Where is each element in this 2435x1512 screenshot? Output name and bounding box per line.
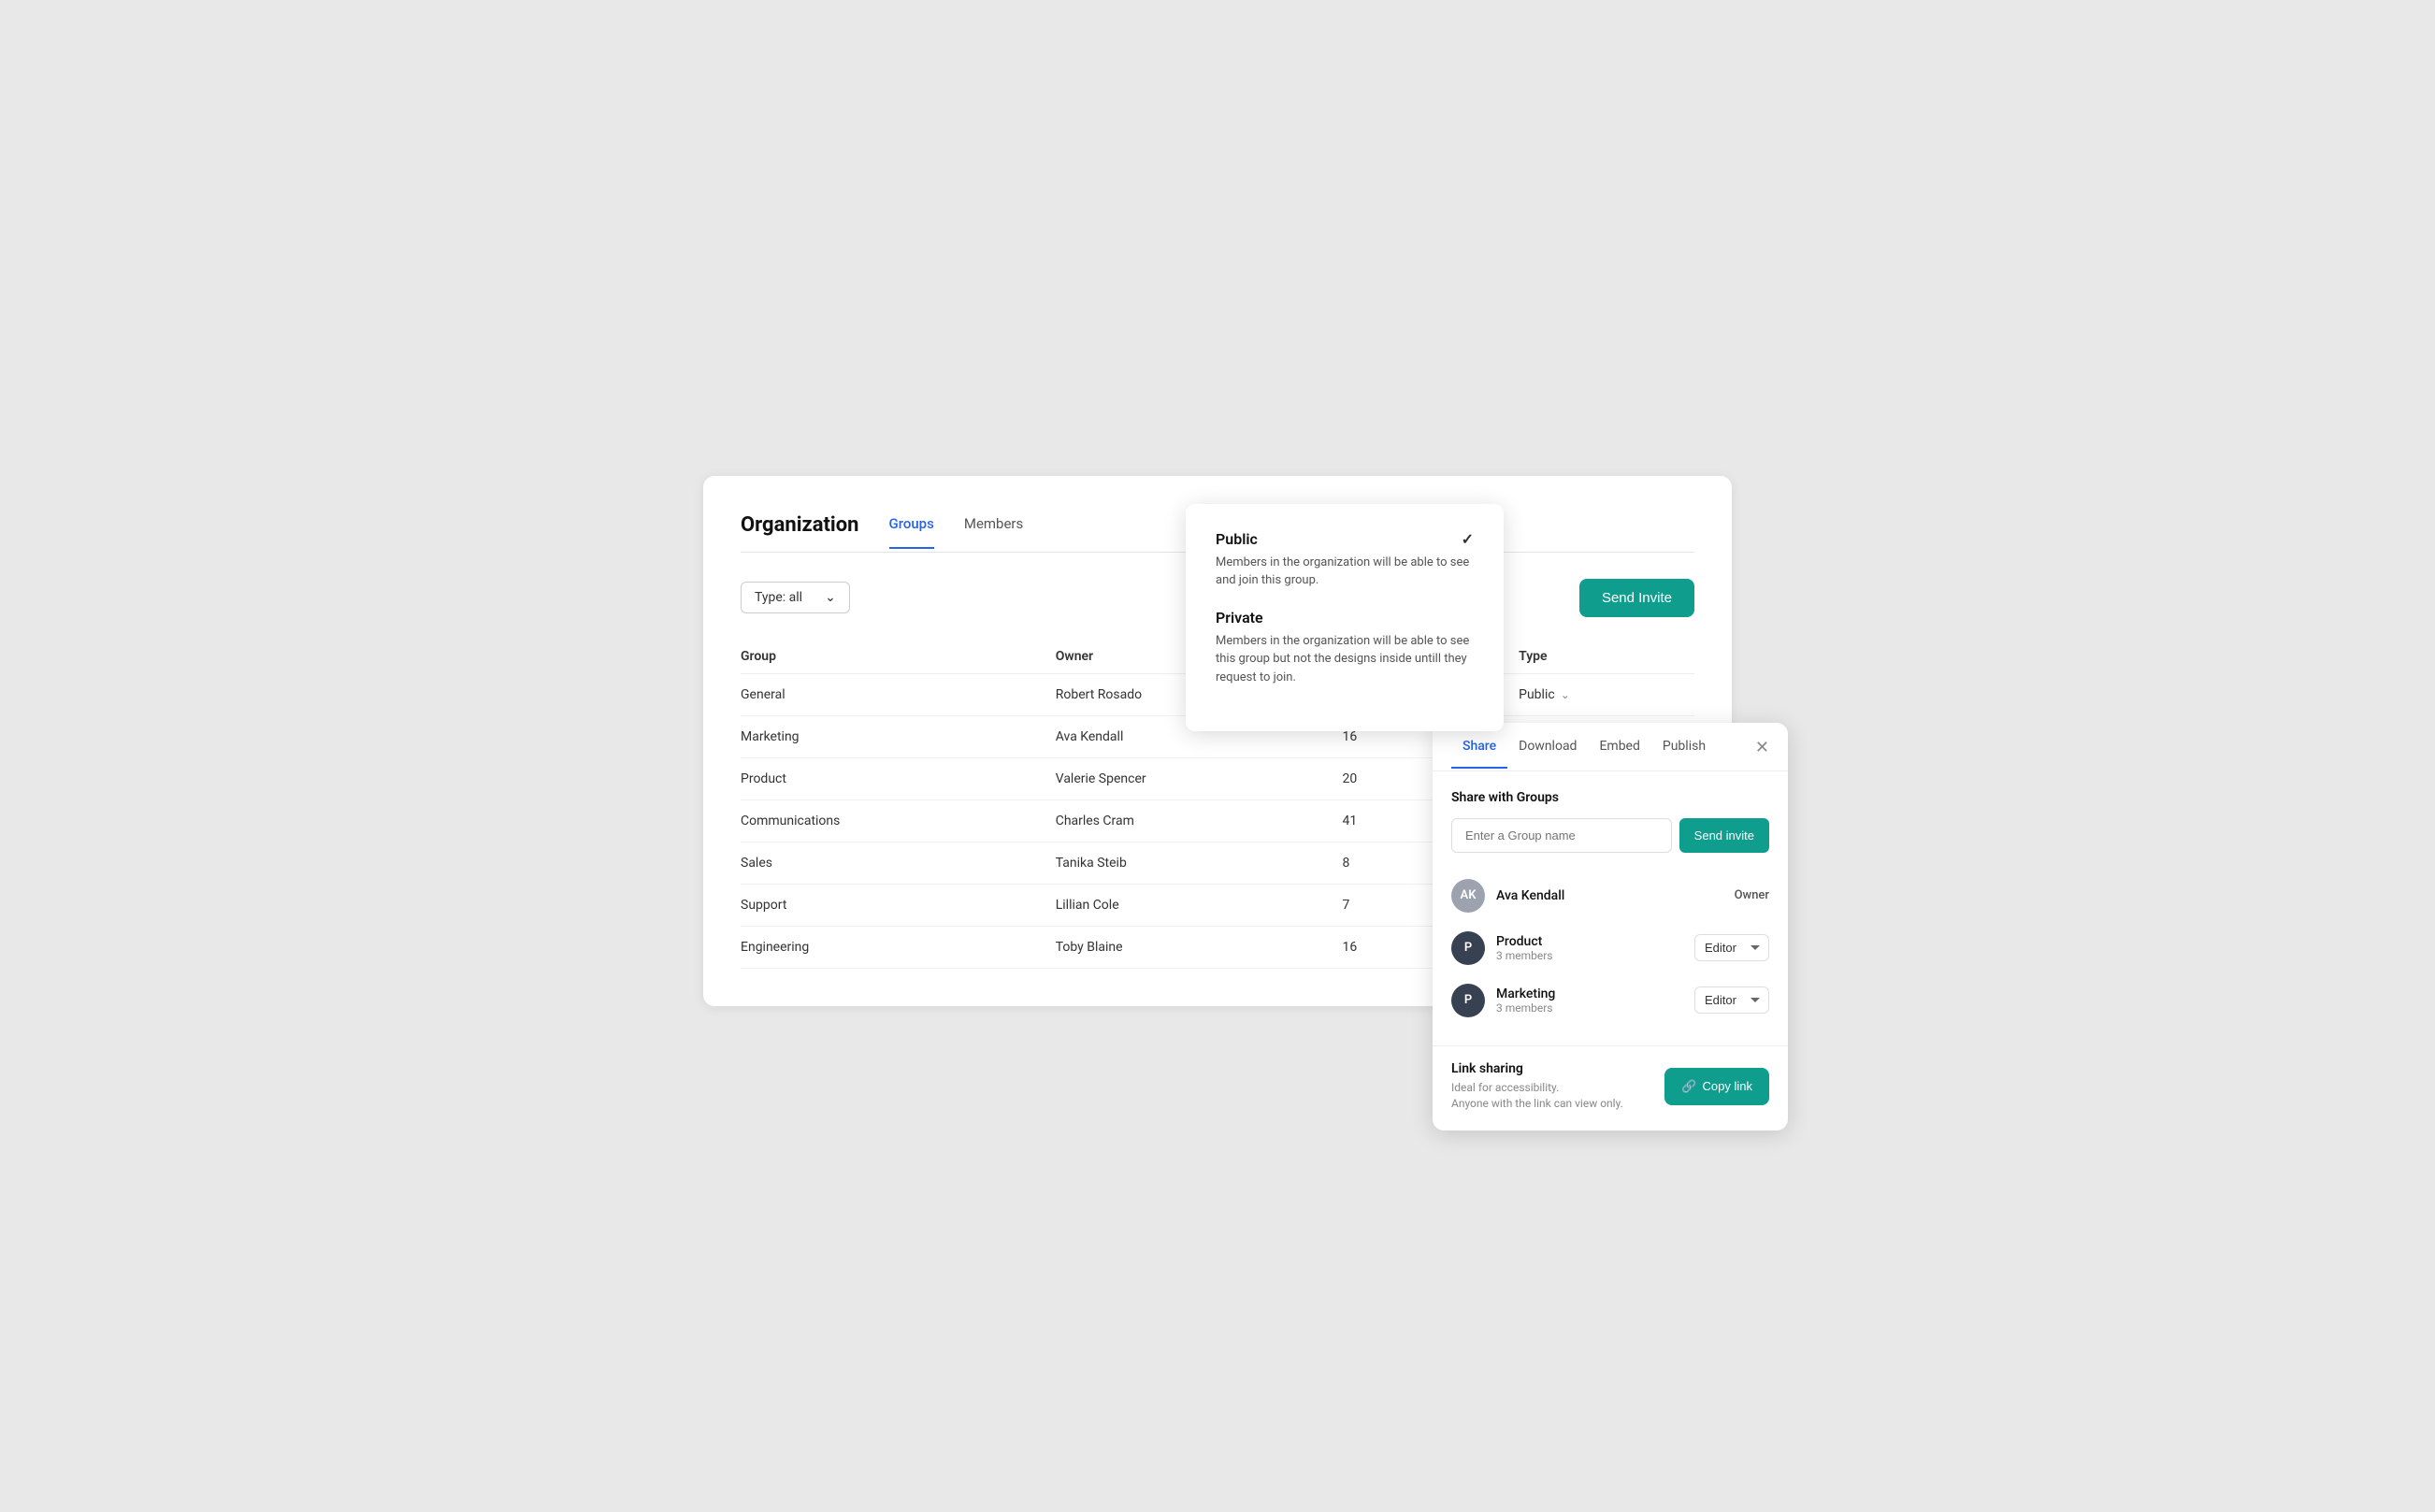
cell-group: Product — [741, 758, 1056, 800]
group-input-row: Send invite — [1451, 818, 1769, 853]
page-wrapper: Public ✓ Members in the organization wil… — [703, 476, 1732, 1037]
link-sharing-desc2: Anyone with the link can view only. — [1451, 1096, 1623, 1112]
type-filter[interactable]: Type: all ⌄ — [741, 582, 850, 613]
member-info: Marketing 3 members — [1496, 986, 1683, 1015]
member-name: Product — [1496, 934, 1683, 949]
private-title: Private — [1216, 609, 1263, 626]
chevron-down-icon: ⌄ — [825, 590, 836, 605]
share-member-row: P Product 3 members Editor Viewer Owner — [1451, 922, 1769, 974]
cell-group: Marketing — [741, 716, 1056, 758]
role-select[interactable]: Editor Viewer Owner — [1694, 986, 1769, 1014]
link-sharing-section: Link sharing Ideal for accessibility. An… — [1433, 1045, 1788, 1130]
cell-owner: Lillian Cole — [1056, 885, 1343, 927]
tab-members[interactable]: Members — [964, 515, 1023, 549]
share-panel: Share Download Embed Publish ✕ Share wit… — [1433, 723, 1788, 1130]
copy-link-button[interactable]: 🔗 Copy link — [1664, 1068, 1769, 1105]
type-filter-label: Type: all — [755, 590, 802, 605]
cell-type[interactable]: Public ⌄ — [1519, 674, 1694, 716]
share-member-row: AK Ava Kendall Owner — [1451, 870, 1769, 922]
tab-publish[interactable]: Publish — [1651, 724, 1717, 769]
col-type: Type — [1519, 640, 1694, 674]
cell-owner: Toby Blaine — [1056, 927, 1343, 969]
type-popup: Public ✓ Members in the organization wil… — [1186, 504, 1504, 732]
col-group: Group — [741, 640, 1056, 674]
avatar: AK — [1451, 879, 1485, 913]
share-member-row: P Marketing 3 members Editor Viewer Owne… — [1451, 974, 1769, 1027]
tab-embed[interactable]: Embed — [1588, 724, 1650, 769]
tab-download[interactable]: Download — [1507, 724, 1588, 769]
role-select[interactable]: Editor Viewer Owner — [1694, 934, 1769, 961]
avatar: P — [1451, 984, 1485, 1017]
send-invite-small-button[interactable]: Send invite — [1679, 818, 1769, 853]
close-button[interactable]: ✕ — [1755, 723, 1769, 770]
member-info: Product 3 members — [1496, 934, 1683, 962]
group-name-input[interactable] — [1451, 818, 1672, 853]
avatar: P — [1451, 931, 1485, 965]
member-name: Marketing — [1496, 986, 1683, 1001]
share-body: Share with Groups Send invite AK Ava Ken… — [1433, 771, 1788, 1045]
copy-link-label: Copy link — [1703, 1079, 1752, 1093]
member-info: Ava Kendall — [1496, 888, 1723, 903]
cell-group: Engineering — [741, 927, 1056, 969]
cell-group: Communications — [741, 800, 1056, 842]
cell-group: Sales — [741, 842, 1056, 885]
link-sharing-desc1: Ideal for accessibility. — [1451, 1080, 1623, 1096]
member-sub: 3 members — [1496, 949, 1683, 962]
public-title: Public — [1216, 530, 1258, 548]
link-sharing-title: Link sharing — [1451, 1061, 1623, 1076]
chevron-down-icon: ⌄ — [1561, 688, 1570, 701]
member-role: Owner — [1735, 888, 1769, 902]
cell-group: General — [741, 673, 1056, 716]
member-name: Ava Kendall — [1496, 888, 1723, 903]
public-description: Members in the organization will be able… — [1216, 554, 1474, 590]
cell-owner: Charles Cram — [1056, 800, 1343, 842]
member-sub: 3 members — [1496, 1001, 1683, 1015]
send-invite-button[interactable]: Send Invite — [1579, 579, 1694, 617]
cell-owner: Valerie Spencer — [1056, 758, 1343, 800]
share-with-groups-title: Share with Groups — [1451, 790, 1769, 805]
type-label: Public — [1519, 687, 1555, 702]
private-description: Members in the organization will be able… — [1216, 632, 1474, 687]
org-title: Organization — [741, 513, 859, 552]
tab-groups[interactable]: Groups — [889, 515, 934, 549]
share-members-list: AK Ava Kendall Owner P Product 3 members… — [1451, 870, 1769, 1027]
cell-group: Support — [741, 885, 1056, 927]
check-icon: ✓ — [1462, 530, 1474, 548]
link-icon: 🔗 — [1681, 1079, 1696, 1094]
cell-owner: Tanika Steib — [1056, 842, 1343, 885]
public-option[interactable]: Public ✓ Members in the organization wil… — [1216, 530, 1474, 590]
link-sharing-info: Link sharing Ideal for accessibility. An… — [1451, 1061, 1623, 1112]
private-option[interactable]: Private Members in the organization will… — [1216, 609, 1474, 687]
